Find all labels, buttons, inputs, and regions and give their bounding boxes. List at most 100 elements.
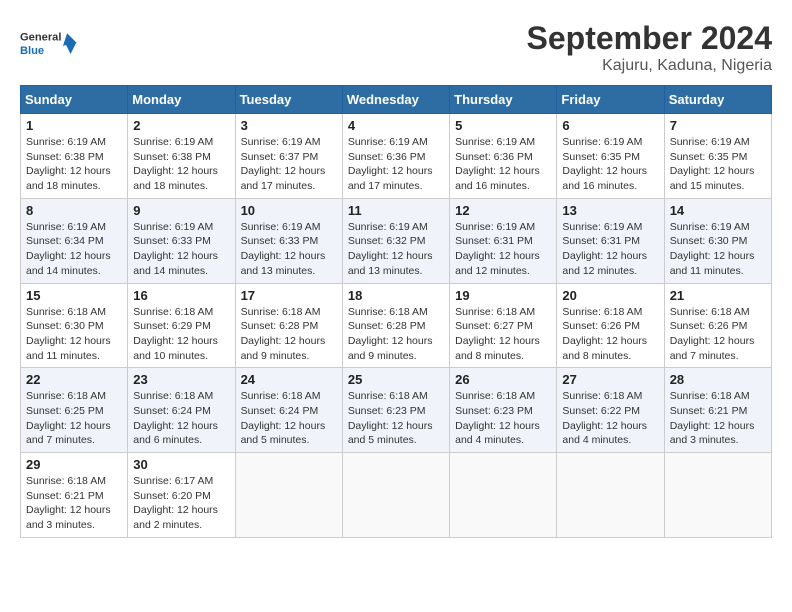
day-number: 3 (241, 118, 337, 133)
day-info: Sunrise: 6:19 AMSunset: 6:30 PMDaylight:… (670, 220, 766, 279)
day-number: 25 (348, 372, 444, 387)
day-info: Sunrise: 6:18 AMSunset: 6:28 PMDaylight:… (348, 305, 444, 364)
day-info: Sunrise: 6:18 AMSunset: 6:22 PMDaylight:… (562, 389, 658, 448)
day-number: 11 (348, 203, 444, 218)
day-info: Sunrise: 6:18 AMSunset: 6:23 PMDaylight:… (348, 389, 444, 448)
calendar-cell: 17Sunrise: 6:18 AMSunset: 6:28 PMDayligh… (235, 283, 342, 368)
svg-text:Blue: Blue (20, 45, 44, 57)
calendar-cell: 28 Sunrise: 6:18 AMSunset: 6:21 PMDayligh… (664, 368, 771, 453)
day-number: 2 (133, 118, 229, 133)
day-number: 4 (348, 118, 444, 133)
day-info: Sunrise: 6:18 AMSunset: 6:21 PMDaylight:… (670, 389, 766, 448)
calendar-header-row: SundayMondayTuesdayWednesdayThursdayFrid… (21, 86, 772, 114)
calendar-cell: 7Sunrise: 6:19 AMSunset: 6:35 PMDaylight… (664, 114, 771, 199)
calendar-cell: 19 Sunrise: 6:18 AMSunset: 6:27 PMDayligh… (450, 283, 557, 368)
calendar-cell: 1 Sunrise: 6:19 AMSunset: 6:38 PMDaylight… (21, 114, 128, 199)
day-info: Sunrise: 6:19 AMSunset: 6:38 PMDaylight:… (26, 135, 122, 194)
calendar-cell: 10Sunrise: 6:19 AMSunset: 6:33 PMDayligh… (235, 198, 342, 283)
day-number: 14 (670, 203, 766, 218)
day-info: Sunrise: 6:18 AMSunset: 6:23 PMDaylight:… (455, 389, 551, 448)
day-number: 18 (348, 288, 444, 303)
day-number: 16 (133, 288, 229, 303)
calendar-week-row: 1 Sunrise: 6:19 AMSunset: 6:38 PMDaylight… (21, 114, 772, 199)
calendar-cell: 22 Sunrise: 6:18 AMSunset: 6:25 PMDayligh… (21, 368, 128, 453)
day-number: 28 (670, 372, 766, 387)
title-block: September 2024 Kajuru, Kaduna, Nigeria (527, 20, 772, 75)
calendar-cell: 30 Sunrise: 6:17 AMSunset: 6:20 PMDayligh… (128, 453, 235, 538)
calendar-cell: 2 Sunrise: 6:19 AMSunset: 6:38 PMDaylight… (128, 114, 235, 199)
calendar-cell: 3 Sunrise: 6:19 AMSunset: 6:37 PMDaylight… (235, 114, 342, 199)
day-info: Sunrise: 6:17 AMSunset: 6:20 PMDaylight:… (133, 474, 229, 533)
day-number: 1 (26, 118, 122, 133)
calendar-week-row: 8 Sunrise: 6:19 AMSunset: 6:34 PMDaylight… (21, 198, 772, 283)
day-number: 15 (26, 288, 122, 303)
calendar-cell (557, 453, 664, 538)
day-info: Sunrise: 6:18 AMSunset: 6:21 PMDaylight:… (26, 474, 122, 533)
calendar-week-row: 22 Sunrise: 6:18 AMSunset: 6:25 PMDayligh… (21, 368, 772, 453)
calendar-cell: 6Sunrise: 6:19 AMSunset: 6:35 PMDaylight… (557, 114, 664, 199)
calendar-cell: 9 Sunrise: 6:19 AMSunset: 6:33 PMDaylight… (128, 198, 235, 283)
calendar-cell: 14 Sunrise: 6:19 AMSunset: 6:30 PMDayligh… (664, 198, 771, 283)
day-of-week-header: Friday (557, 86, 664, 114)
calendar-cell (664, 453, 771, 538)
day-number: 7 (670, 118, 766, 133)
day-number: 6 (562, 118, 658, 133)
calendar-cell: 25 Sunrise: 6:18 AMSunset: 6:23 PMDayligh… (342, 368, 449, 453)
calendar-cell: 26Sunrise: 6:18 AMSunset: 6:23 PMDayligh… (450, 368, 557, 453)
svg-text:General: General (20, 31, 61, 43)
calendar-cell: 21 Sunrise: 6:18 AMSunset: 6:26 PMDayligh… (664, 283, 771, 368)
calendar-cell: 5Sunrise: 6:19 AMSunset: 6:36 PMDaylight… (450, 114, 557, 199)
day-number: 12 (455, 203, 551, 218)
calendar-cell: 11 Sunrise: 6:19 AMSunset: 6:32 PMDayligh… (342, 198, 449, 283)
day-number: 21 (670, 288, 766, 303)
calendar-cell: 29 Sunrise: 6:18 AMSunset: 6:21 PMDayligh… (21, 453, 128, 538)
day-info: Sunrise: 6:19 AMSunset: 6:31 PMDaylight:… (455, 220, 551, 279)
calendar-cell: 24Sunrise: 6:18 AMSunset: 6:24 PMDayligh… (235, 368, 342, 453)
day-info: Sunrise: 6:19 AMSunset: 6:34 PMDaylight:… (26, 220, 122, 279)
logo: General Blue (20, 20, 80, 70)
day-info: Sunrise: 6:19 AMSunset: 6:32 PMDaylight:… (348, 220, 444, 279)
day-info: Sunrise: 6:19 AMSunset: 6:38 PMDaylight:… (133, 135, 229, 194)
day-info: Sunrise: 6:19 AMSunset: 6:33 PMDaylight:… (133, 220, 229, 279)
day-info: Sunrise: 6:19 AMSunset: 6:31 PMDaylight:… (562, 220, 658, 279)
calendar-table: SundayMondayTuesdayWednesdayThursdayFrid… (20, 85, 772, 538)
day-number: 10 (241, 203, 337, 218)
calendar-cell: 20Sunrise: 6:18 AMSunset: 6:26 PMDayligh… (557, 283, 664, 368)
day-info: Sunrise: 6:18 AMSunset: 6:25 PMDaylight:… (26, 389, 122, 448)
logo-icon: General Blue (20, 20, 80, 70)
day-of-week-header: Saturday (664, 86, 771, 114)
day-of-week-header: Thursday (450, 86, 557, 114)
day-number: 23 (133, 372, 229, 387)
day-info: Sunrise: 6:18 AMSunset: 6:27 PMDaylight:… (455, 305, 551, 364)
day-of-week-header: Wednesday (342, 86, 449, 114)
day-number: 27 (562, 372, 658, 387)
day-number: 8 (26, 203, 122, 218)
calendar-cell (342, 453, 449, 538)
calendar-cell: 12 Sunrise: 6:19 AMSunset: 6:31 PMDayligh… (450, 198, 557, 283)
calendar-cell (450, 453, 557, 538)
day-info: Sunrise: 6:18 AMSunset: 6:29 PMDaylight:… (133, 305, 229, 364)
day-info: Sunrise: 6:18 AMSunset: 6:26 PMDaylight:… (562, 305, 658, 364)
day-number: 13 (562, 203, 658, 218)
day-number: 30 (133, 457, 229, 472)
day-number: 19 (455, 288, 551, 303)
calendar-cell: 16 Sunrise: 6:18 AMSunset: 6:29 PMDayligh… (128, 283, 235, 368)
day-info: Sunrise: 6:19 AMSunset: 6:36 PMDaylight:… (348, 135, 444, 194)
day-of-week-header: Monday (128, 86, 235, 114)
calendar-week-row: 15 Sunrise: 6:18 AMSunset: 6:30 PMDayligh… (21, 283, 772, 368)
calendar-cell: 8 Sunrise: 6:19 AMSunset: 6:34 PMDaylight… (21, 198, 128, 283)
day-info: Sunrise: 6:18 AMSunset: 6:28 PMDaylight:… (241, 305, 337, 364)
day-number: 22 (26, 372, 122, 387)
day-of-week-header: Sunday (21, 86, 128, 114)
day-info: Sunrise: 6:18 AMSunset: 6:24 PMDaylight:… (133, 389, 229, 448)
day-info: Sunrise: 6:18 AMSunset: 6:30 PMDaylight:… (26, 305, 122, 364)
calendar-cell (235, 453, 342, 538)
day-number: 29 (26, 457, 122, 472)
calendar-cell: 4 Sunrise: 6:19 AMSunset: 6:36 PMDaylight… (342, 114, 449, 199)
calendar-cell: 27 Sunrise: 6:18 AMSunset: 6:22 PMDayligh… (557, 368, 664, 453)
page-subtitle: Kajuru, Kaduna, Nigeria (527, 57, 772, 75)
day-info: Sunrise: 6:18 AMSunset: 6:26 PMDaylight:… (670, 305, 766, 364)
day-info: Sunrise: 6:19 AMSunset: 6:37 PMDaylight:… (241, 135, 337, 194)
day-of-week-header: Tuesday (235, 86, 342, 114)
day-number: 9 (133, 203, 229, 218)
